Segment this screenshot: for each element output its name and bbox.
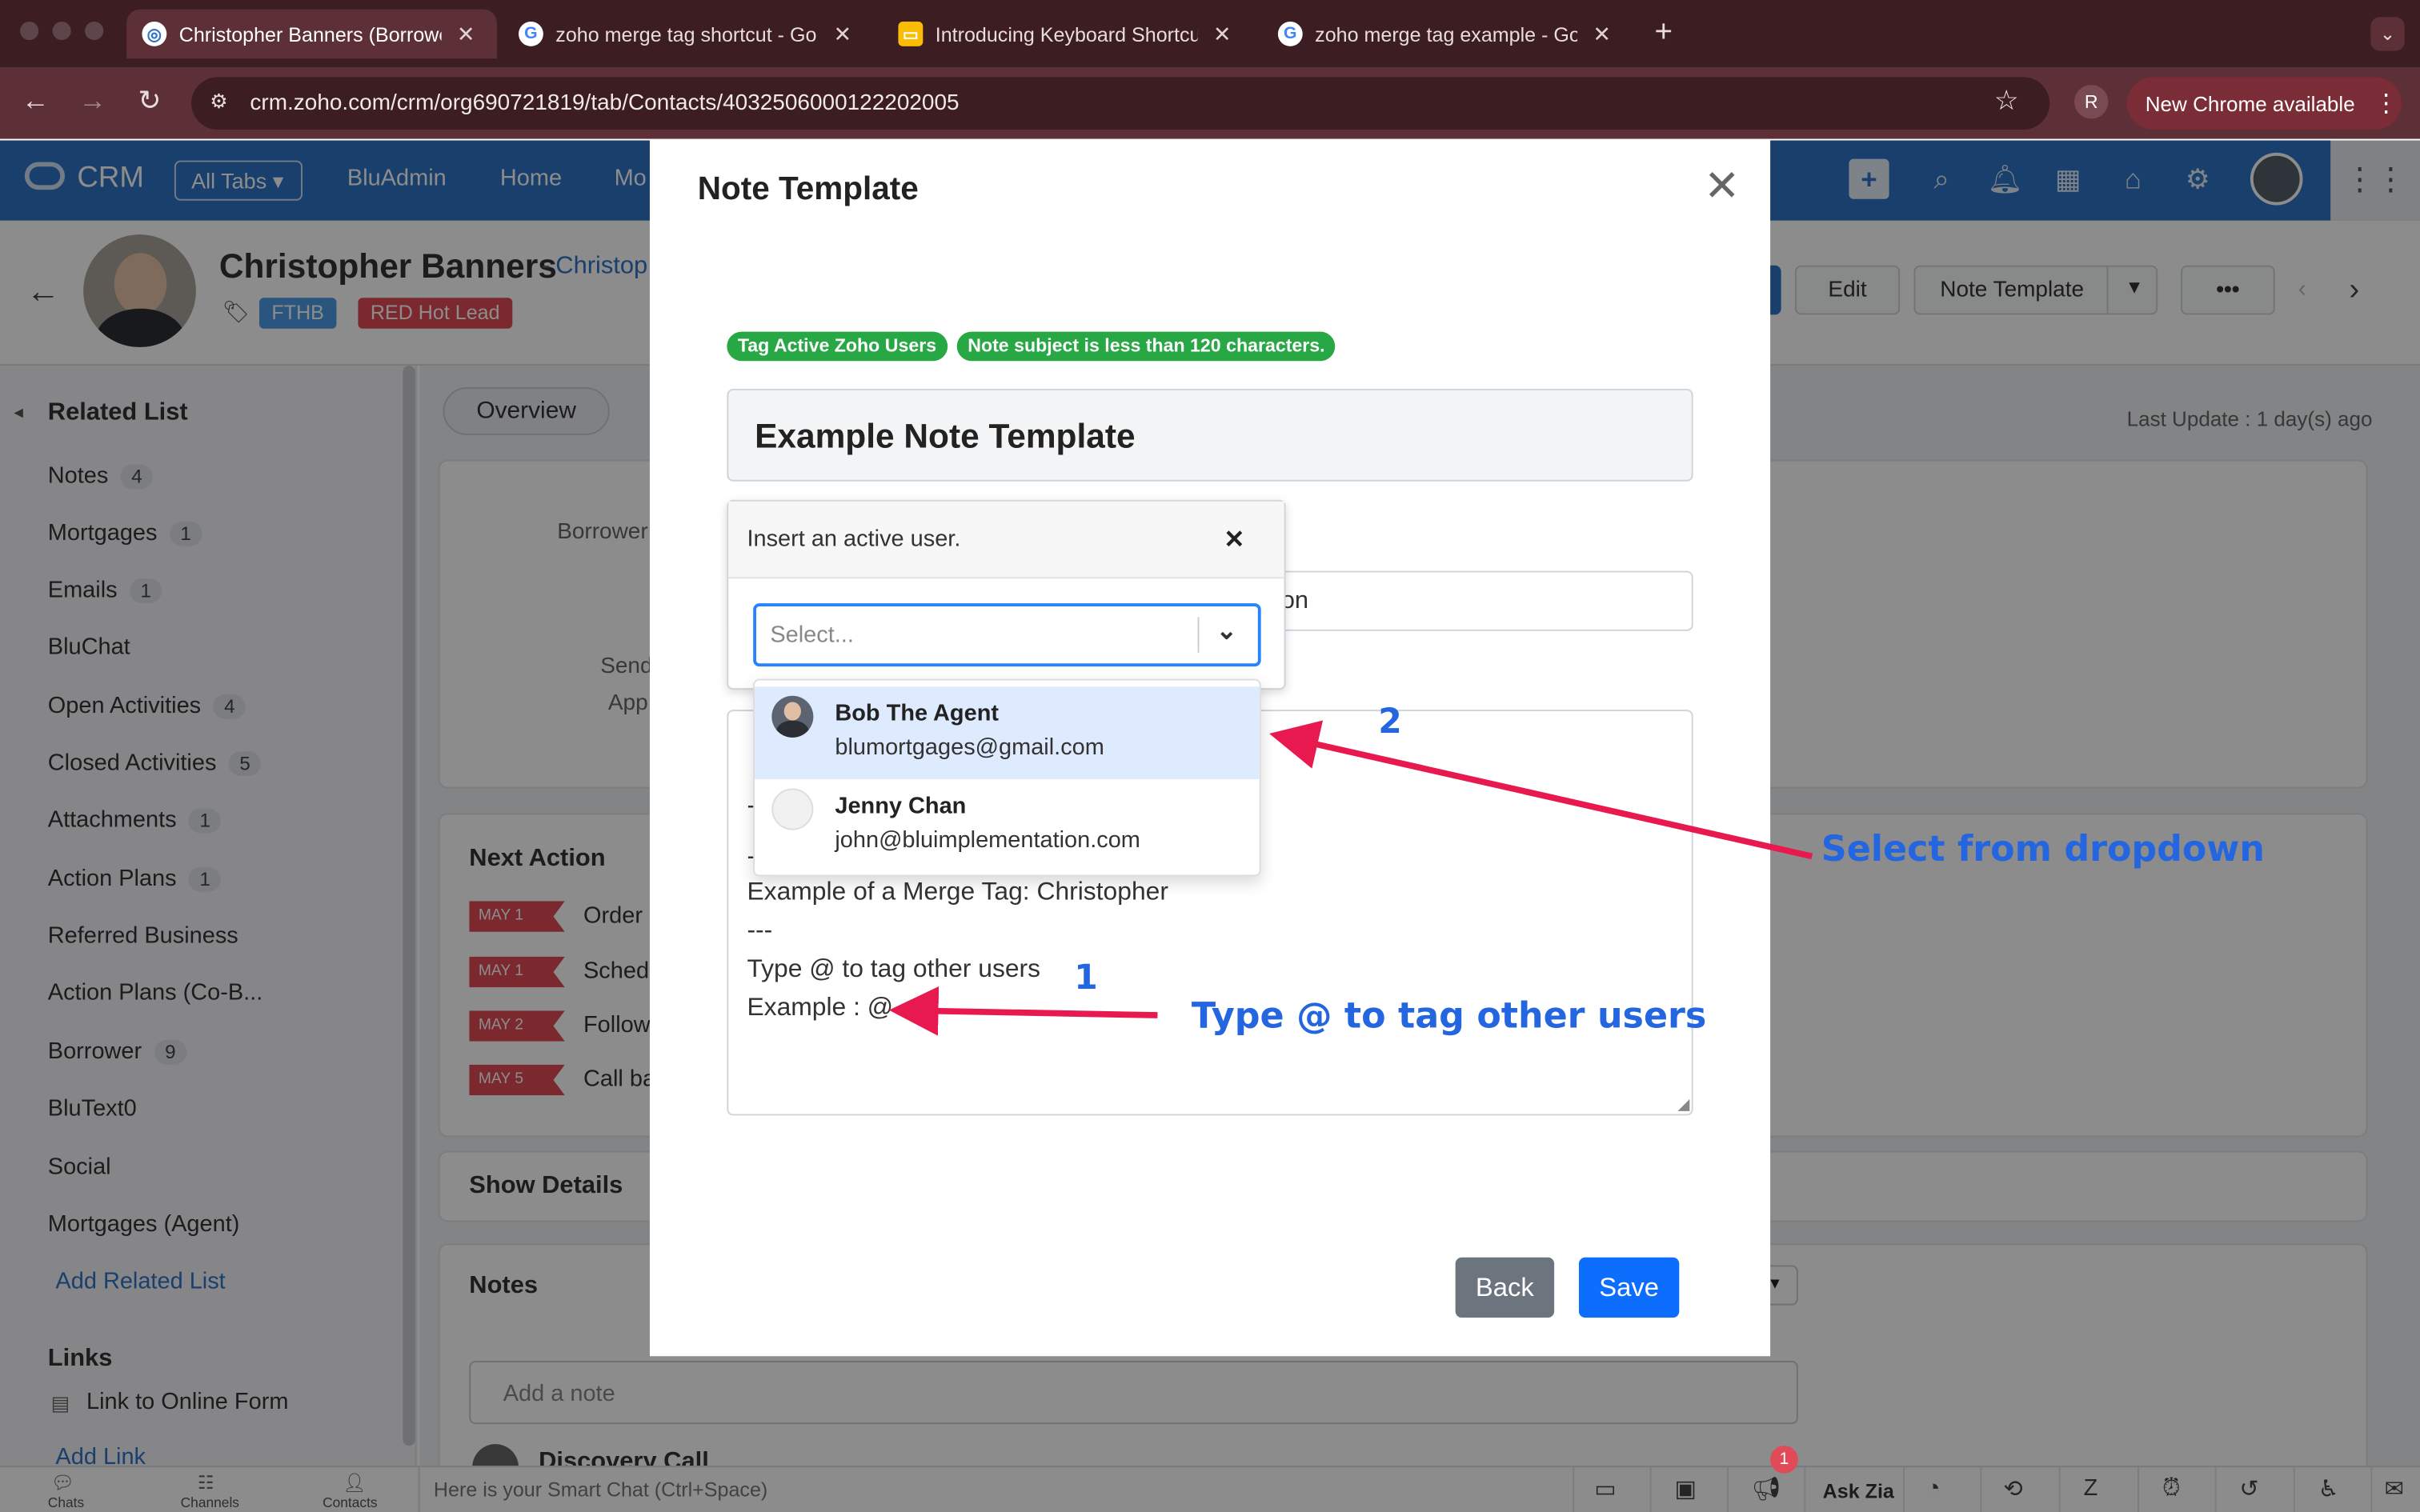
annotation-number-1: 1 [1074,959,1098,998]
arrow-to-at-sign [888,986,1158,1036]
arrow-to-dropdown [1269,720,1813,860]
annotation-number-2: 2 [1378,703,1402,742]
annotation-select-from-dropdown: Select from dropdown [1821,830,2265,870]
annotation-type-at-to-tag: Type @ to tag other users [1191,996,1707,1038]
notification-count-badge: 1 [1770,1446,1798,1474]
annotation-arrows [888,720,1813,1036]
